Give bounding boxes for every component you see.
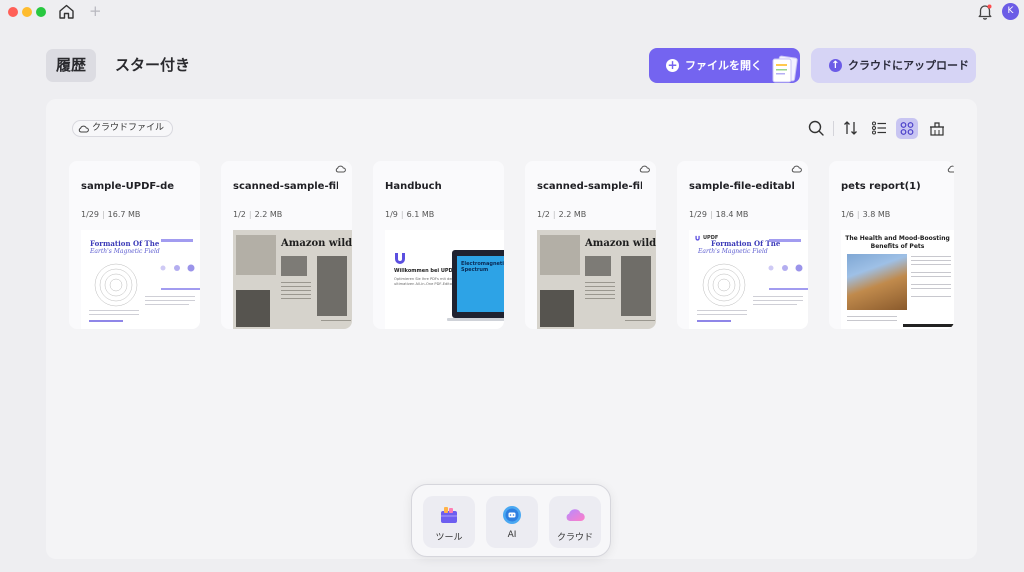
list-view-icon[interactable]	[870, 119, 888, 137]
file-card[interactable]: Handbuch 1/9 | 6.1 MB Willkommen bei UPDF …	[373, 161, 504, 329]
search-icon[interactable]	[807, 119, 825, 137]
magnetic-field-figure	[697, 239, 808, 322]
file-meta: 1/2 | 2.2 MB	[537, 210, 587, 219]
dock-cloud-label: クラウド	[556, 533, 593, 543]
article-text-lines	[847, 256, 954, 327]
file-meta: 1/6 | 3.8 MB	[841, 210, 891, 219]
dock-tools-label: ツール	[435, 533, 463, 543]
file-name: scanned-sample-file	[537, 181, 642, 192]
new-tab-plus-icon[interactable]: +	[89, 2, 102, 20]
file-meta: 1/29 | 18.4 MB	[689, 210, 749, 219]
file-meta: 1/2 | 2.2 MB	[233, 210, 283, 219]
file-thumbnail: UPDF Formation Of The Earth's Magnetic F…	[689, 230, 808, 329]
laptop-base	[447, 318, 504, 321]
upload-to-cloud-label: クラウドにアップロード	[848, 59, 969, 72]
magnetic-field-figure	[89, 239, 200, 322]
file-name: pets report(1)	[841, 181, 921, 192]
dock-cloud-button[interactable]: クラウド	[549, 496, 601, 548]
file-thumbnail: Willkommen bei UPDF Optimieren Sie Ihre …	[385, 230, 504, 329]
file-name: sample-UPDF-de	[81, 181, 175, 192]
newspaper-layout	[236, 235, 351, 327]
file-card[interactable]: scanned-sample-file(8) 1/2|2.2 MB Amazon…	[221, 161, 352, 329]
zoom-window-button[interactable]	[36, 7, 46, 17]
cloud-synced-icon	[335, 165, 346, 173]
tab-history[interactable]: 履歴	[46, 49, 96, 82]
open-file-label: ファイルを開く	[685, 59, 762, 72]
cloud-icon	[78, 125, 89, 133]
close-window-button[interactable]	[8, 7, 18, 17]
file-card[interactable]: sample-UPDF-de 1/29 | 16.7 MB Formation Of…	[69, 161, 200, 329]
cloud-icon	[566, 509, 585, 521]
dock-tools-button[interactable]: ツール	[423, 496, 475, 548]
toolbar-divider	[833, 121, 834, 136]
user-avatar[interactable]: K	[1002, 3, 1019, 20]
sort-icon[interactable]	[842, 119, 860, 137]
cloud-files-filter[interactable]: クラウドファイル	[72, 120, 174, 137]
file-meta: 1/29 | 16.7 MB	[81, 210, 141, 219]
file-thumbnail: Amazon wildlife	[537, 230, 656, 329]
file-thumbnail: The Health and Mood-Boosting Benefits of…	[841, 230, 954, 329]
file-card[interactable]: sample-file-editable 1/29 | 18.4 MB UPDF F…	[677, 161, 808, 329]
file-thumbnail: Amazon wildlife	[233, 230, 352, 329]
cloud-synced-icon	[639, 165, 650, 173]
ai-assistant-icon	[503, 506, 521, 524]
newspaper-layout	[540, 235, 655, 327]
file-name: Handbuch	[385, 181, 442, 192]
grid-view-icon[interactable]	[896, 118, 918, 139]
file-name: sample-file-editable	[689, 181, 794, 192]
toolbox-icon	[441, 507, 457, 523]
file-meta: 1/9 | 6.1 MB	[385, 210, 435, 219]
document-stack-icon	[772, 55, 798, 83]
file-thumbnail: Formation Of The Earth's Magnetic Field	[81, 230, 200, 329]
clear-basket-icon[interactable]	[928, 119, 946, 137]
file-card[interactable]: pets report(1) 1/6 | 3.8 MB The Health and…	[829, 161, 954, 329]
plus-circle-icon: +	[666, 58, 679, 72]
cloud-synced-icon	[947, 165, 954, 173]
dock-ai-button[interactable]: AI	[486, 496, 538, 548]
minimize-window-button[interactable]	[22, 7, 32, 17]
tab-starred[interactable]: スター付き	[104, 49, 201, 82]
file-name: scanned-sample-file(8)	[233, 181, 338, 192]
file-card[interactable]: scanned-sample-file 1/2 | 2.2 MB Amazon wi…	[525, 161, 656, 329]
bottom-dock: ツール AI クラウド	[411, 484, 611, 557]
home-icon[interactable]	[58, 3, 75, 20]
cloud-synced-icon	[791, 165, 802, 173]
upload-arrow-icon: ↑	[829, 59, 842, 72]
cloud-files-label: クラウドファイル	[92, 123, 165, 133]
title-bar: + K	[0, 0, 1024, 24]
dock-ai-label: AI	[507, 530, 517, 540]
notification-bell-icon[interactable]	[977, 3, 993, 20]
upload-to-cloud-button[interactable]: ↑ クラウドにアップロード	[811, 48, 976, 83]
